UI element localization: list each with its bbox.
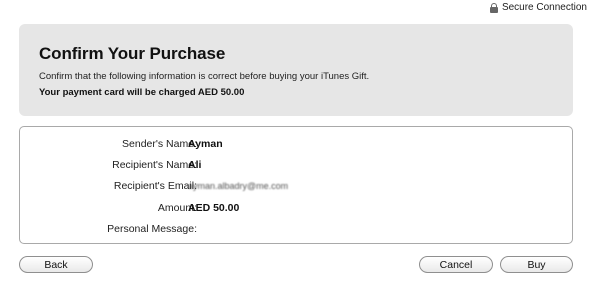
- page-title: Confirm Your Purchase: [39, 44, 226, 63]
- secure-connection-indicator: Secure Connection: [489, 1, 587, 14]
- confirm-banner: Confirm Your Purchase Confirm that the f…: [19, 24, 573, 116]
- amount-value: AED 50.00: [188, 202, 240, 214]
- secure-connection-label: Secure Connection: [501, 2, 587, 13]
- message-label: Personal Message:: [107, 223, 197, 235]
- sender-label: Sender's Name:: [122, 138, 197, 150]
- charge-notice: Your payment card will be charged AED 50…: [39, 87, 245, 98]
- lock-icon: [489, 2, 498, 13]
- sender-value: Ayman: [188, 138, 223, 150]
- recipient-row: Recipient's Name: Ali: [20, 159, 572, 173]
- purchase-details-panel: Sender's Name: Ayman Recipient's Name: A…: [19, 126, 573, 244]
- sender-row: Sender's Name: Ayman: [20, 138, 572, 152]
- recipient-label: Recipient's Name:: [112, 159, 197, 171]
- amount-row: Amount: AED 50.00: [20, 202, 572, 216]
- intro-text: Confirm that the following information i…: [39, 71, 370, 82]
- cancel-button[interactable]: Cancel: [419, 256, 493, 273]
- buy-button[interactable]: Buy: [500, 256, 573, 273]
- message-row: Personal Message:: [20, 223, 572, 237]
- email-value: ayman.albadry@me.com: [188, 181, 289, 191]
- email-label: Recipient's Email:: [113, 180, 197, 192]
- back-button[interactable]: Back: [19, 256, 93, 273]
- recipient-value: Ali: [188, 159, 202, 171]
- email-row: Recipient's Email: ayman.albadry@me.com: [20, 180, 572, 194]
